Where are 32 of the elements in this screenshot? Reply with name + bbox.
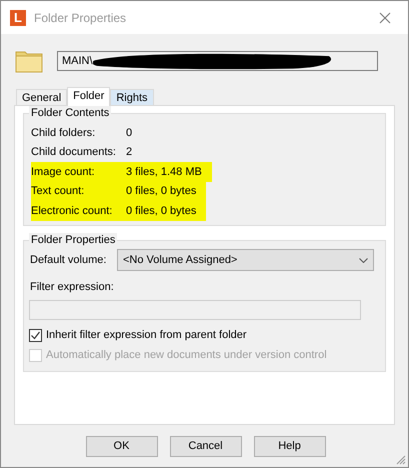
- field-label: Image count:: [31, 164, 96, 180]
- checkbox-label: Automatically place new documents under version control: [46, 348, 327, 364]
- app-logo: L: [10, 10, 26, 26]
- path-text: MAIN\: [62, 54, 93, 69]
- path-field[interactable]: MAIN\: [57, 51, 378, 71]
- chevron-down-icon: [359, 258, 368, 262]
- tab[interactable]: Rights: [110, 89, 154, 105]
- field-value: 0: [126, 126, 134, 140]
- window-title: Folder Properties: [34, 10, 126, 26]
- field-value: 0 files, 0 bytes: [126, 184, 198, 199]
- checkbox-label: Inherit filter expression from parent folder: [46, 328, 247, 344]
- field-value: 0 files, 0 bytes: [126, 204, 198, 218]
- close-icon[interactable]: [379, 12, 391, 24]
- tab[interactable]: General: [16, 89, 68, 105]
- dialog-button[interactable]: Cancel: [170, 436, 242, 457]
- field-label: Default volume:: [29, 252, 108, 268]
- group-title: Folder Properties: [29, 233, 118, 247]
- field-label: Text count:: [31, 184, 86, 199]
- folder-icon: [15, 49, 43, 73]
- field-label: Electronic count:: [31, 204, 114, 218]
- dialog-button[interactable]: OK: [86, 436, 158, 457]
- field-label: Child folders:: [31, 126, 96, 140]
- dialog-button[interactable]: Help: [254, 436, 326, 457]
- resize-grip-icon[interactable]: [396, 455, 406, 465]
- checkbox[interactable]: [29, 329, 42, 342]
- volume-dropdown[interactable]: <No Volume Assigned>: [117, 249, 374, 271]
- field-value: 2: [126, 145, 134, 160]
- tab[interactable]: Folder: [67, 87, 110, 106]
- field-label: Filter expression:: [29, 280, 115, 295]
- checkmark-icon: [30, 330, 41, 341]
- field-value: 3 files, 1.48 MB: [126, 164, 203, 180]
- field-label: Child documents:: [31, 145, 117, 160]
